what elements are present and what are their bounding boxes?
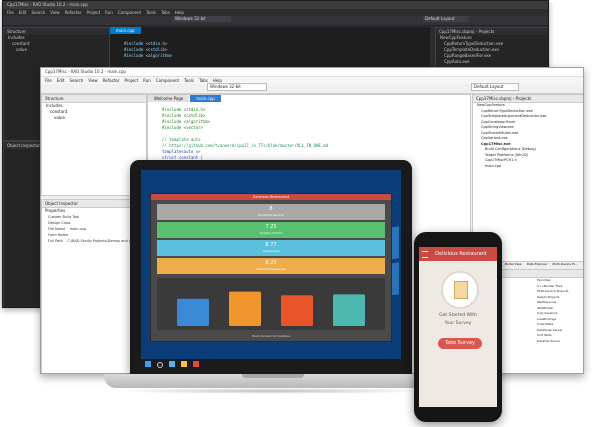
menu-view[interactable]: View <box>50 10 60 15</box>
score-caption: Excellent Service <box>258 213 284 217</box>
score-value: 8 <box>269 206 273 212</box>
layout-select[interactable]: Default Layout <box>471 83 519 91</box>
tree-item[interactable]: value <box>4 47 109 53</box>
tab-data-explorer[interactable]: Data Explorer <box>525 261 550 268</box>
laptop-notch <box>242 374 304 378</box>
take-survey-button[interactable]: Take Survey <box>438 338 482 349</box>
score-caption: Cleanliness <box>262 249 280 253</box>
windows-taskbar <box>141 359 401 369</box>
palette-item[interactable]: Desktop Server <box>533 339 583 345</box>
app-icon[interactable] <box>193 361 199 367</box>
tree-item[interactable]: value <box>42 115 146 121</box>
menu-run[interactable]: Run <box>143 78 151 83</box>
survey-column <box>229 291 261 326</box>
survey-column <box>281 295 313 326</box>
folder-icon[interactable] <box>181 361 187 367</box>
menu-edit[interactable]: Edit <box>57 78 65 83</box>
score-value: 8.77 <box>265 242 277 248</box>
phone-app-header: Delicious Restaurant <box>419 247 497 261</box>
score-value: 8.25 <box>265 260 277 266</box>
window-title: Cpp17Misc - RAD Studio 10.2 - main.cpp <box>41 68 583 77</box>
menu-search[interactable]: Search <box>31 10 45 15</box>
survey-score-row: 7.25 Quality of Food <box>157 222 385 238</box>
phone-screen: Delicious Restaurant Get Started With Yo… <box>419 247 497 407</box>
score-caption: Quality of Food <box>259 231 283 235</box>
survey-score-row: 8 Excellent Service <box>157 204 385 220</box>
survey-column-chart <box>157 278 385 330</box>
continue-hint: Touch Screen to Continue <box>251 334 291 338</box>
menu-project[interactable]: Project <box>86 10 100 15</box>
window-title: Cpp17Misc - RAD Studio 10.2 - main.cpp <box>3 1 548 9</box>
tab-main-cpp[interactable]: main.cpp <box>110 27 141 34</box>
survey-clipboard-icon <box>441 271 479 309</box>
menu-search[interactable]: Search <box>69 78 83 83</box>
structure-title: Structure <box>42 95 146 103</box>
tree-item[interactable]: main.cpp <box>473 164 583 170</box>
tab-welcome-page[interactable]: Welcome Page <box>148 95 190 102</box>
survey-column <box>333 294 365 326</box>
menu-refactor[interactable]: Refactor <box>65 10 82 15</box>
editor-tabs: main.cpp <box>110 27 142 34</box>
menu-edit[interactable]: Edit <box>19 10 27 15</box>
tab-main-cpp[interactable]: main.cpp <box>190 95 221 102</box>
menu-help[interactable]: Help <box>175 10 184 15</box>
phone-subtitle: Get Started With <box>439 313 477 318</box>
platform-select[interactable]: Windows 32-bit <box>173 16 231 22</box>
editor-tabs: Welcome Page main.cpp <box>148 95 222 102</box>
app-header: Delicious Restaurant <box>151 194 391 200</box>
restaurant-app-window: Delicious Restaurant 8 Excellent Service 7… <box>150 193 392 342</box>
phone-app-title: Delicious Restaurant <box>435 251 487 257</box>
tab-multi-device[interactable]: Multi-Device Pr... <box>550 261 579 268</box>
menu-bar: File Edit Search View Refactor Project Run Comp… <box>3 9 548 16</box>
menu-tools[interactable]: Tools <box>184 78 194 83</box>
survey-column <box>177 298 209 326</box>
menu-run[interactable]: Run <box>105 10 113 15</box>
platform-select[interactable]: Windows 32-bit <box>207 83 267 91</box>
projects-title: Cpp17Misc.cbproj - Projects <box>473 95 583 103</box>
edge-icon[interactable] <box>169 361 175 367</box>
layout-select[interactable]: Default Layout <box>423 16 469 22</box>
score-caption: Overall Experience <box>256 267 286 271</box>
structure-title: Structure <box>4 28 109 35</box>
menu-file[interactable]: File <box>45 78 52 83</box>
score-value: 7.25 <box>265 224 277 230</box>
menu-component[interactable]: Component <box>156 78 179 83</box>
menu-file[interactable]: File <box>7 10 14 15</box>
tree-item[interactable]: CppAuto.exe <box>436 59 548 65</box>
start-icon[interactable] <box>145 361 151 367</box>
menu-component[interactable]: Component <box>118 10 141 15</box>
survey-score-row: 8.25 Overall Experience <box>157 258 385 274</box>
phone-subtitle-2: Your Survey <box>444 321 472 326</box>
toolbar: Windows 32-bit Default Layout <box>3 16 548 26</box>
menu-view[interactable]: View <box>88 78 98 83</box>
toolbar: Windows 32-bit Default Layout <box>41 83 583 94</box>
search-icon[interactable] <box>157 362 163 368</box>
menu-refactor[interactable]: Refactor <box>103 78 120 83</box>
menu-project[interactable]: Project <box>124 78 138 83</box>
survey-score-row: 8.77 Cleanliness <box>157 240 385 256</box>
projects-title: Cpp17Misc.cbproj - Projects <box>436 28 548 35</box>
laptop-shadow <box>110 388 434 394</box>
tab-model-view[interactable]: Model View <box>503 261 524 268</box>
menu-tabs[interactable]: Tabs <box>161 10 170 15</box>
laptop-screen: Delicious Restaurant 8 Excellent Service 7… <box>141 170 401 369</box>
menu-tools[interactable]: Tools <box>146 10 156 15</box>
menu-icon[interactable] <box>422 251 428 258</box>
